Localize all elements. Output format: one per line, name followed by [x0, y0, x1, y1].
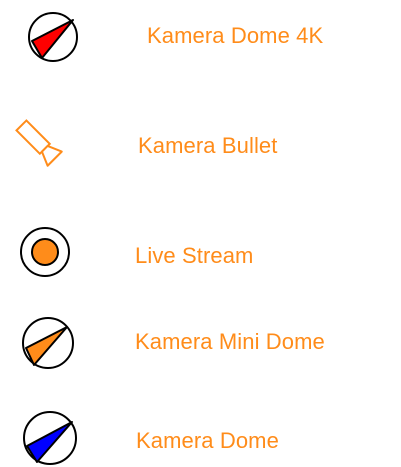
legend-item-label: Live Stream	[135, 243, 254, 268]
dome-camera-icon	[0, 405, 80, 465]
legend-item-dome: Kamera Dome	[0, 405, 401, 465]
mini-dome-camera-icon	[0, 310, 80, 370]
legend-item-label: Kamera Dome	[136, 428, 279, 453]
legend-item-mini-dome: Kamera Mini Dome	[0, 310, 401, 370]
legend-item-bullet: Kamera Bullet	[0, 110, 401, 170]
live-stream-icon	[0, 222, 80, 282]
legend-item-dome-4k: Kamera Dome 4K	[0, 8, 401, 68]
dome-camera-icon	[0, 8, 80, 68]
legend-item-live-stream: Live Stream	[0, 222, 401, 282]
legend-item-label: Kamera Dome 4K	[147, 23, 324, 48]
legend-item-label: Kamera Mini Dome	[135, 329, 325, 354]
bullet-camera-icon	[0, 110, 80, 170]
legend-item-label: Kamera Bullet	[138, 133, 278, 158]
